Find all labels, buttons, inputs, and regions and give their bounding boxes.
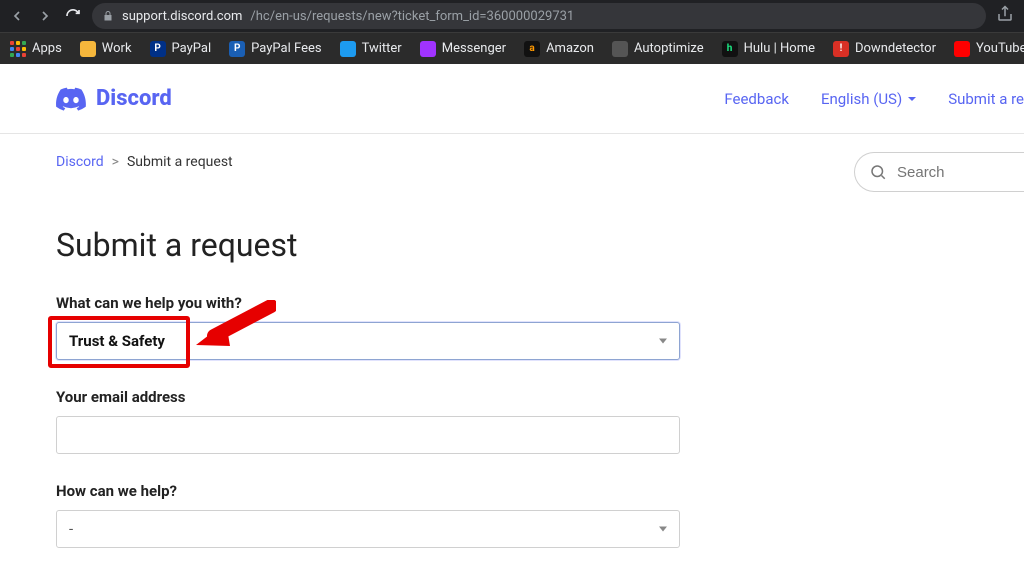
bookmark-favicon [80, 41, 96, 57]
search-icon [869, 163, 887, 181]
search-area [854, 152, 1024, 576]
bookmark-label: Apps [32, 41, 62, 56]
nav-feedback[interactable]: Feedback [724, 90, 789, 108]
nav-submit-request[interactable]: Submit a re [948, 90, 1024, 108]
bookmark-label: Downdetector [855, 41, 936, 56]
apps-grid-icon [10, 41, 26, 57]
bookmark-favicon: h [722, 41, 738, 57]
breadcrumb: Discord > Submit a request [56, 154, 854, 170]
bookmark-item[interactable]: Messenger [420, 41, 506, 57]
bookmark-label: YouTube [976, 41, 1024, 56]
label-help-topic: What can we help you with? [56, 294, 680, 312]
bookmark-label: Twitter [362, 41, 402, 56]
bookmark-item[interactable]: P PayPal Fees [229, 41, 321, 57]
label-how-help: How can we help? [56, 482, 680, 500]
brand-text: Discord [96, 86, 172, 111]
breadcrumb-sep: > [112, 154, 119, 170]
share-icon[interactable] [996, 5, 1016, 27]
top-nav: Discord Feedback English (US) Submit a r… [0, 64, 1024, 134]
search-input[interactable] [897, 164, 997, 181]
request-form: What can we help you with? Trust & Safet… [56, 294, 680, 548]
brand-logo[interactable]: Discord [56, 86, 172, 111]
page: Discord Feedback English (US) Submit a r… [0, 64, 1024, 576]
bookmark-label: Amazon [546, 41, 594, 56]
bookmark-item[interactable]: ! Downdetector [833, 41, 936, 57]
chevron-down-icon [659, 527, 667, 532]
bookmark-favicon [420, 41, 436, 57]
field-how-help: How can we help? - [56, 482, 680, 548]
bookmark-item[interactable]: Twitter [340, 41, 402, 57]
omnibox[interactable]: support.discord.com/hc/en-us/requests/ne… [92, 3, 986, 29]
chevron-down-icon [659, 339, 667, 344]
back-button[interactable] [8, 7, 26, 25]
address-bar: support.discord.com/hc/en-us/requests/ne… [0, 0, 1024, 32]
page-title: Submit a request [56, 226, 854, 264]
chevron-down-icon [908, 97, 916, 101]
bookmark-favicon [340, 41, 356, 57]
bookmark-apps[interactable]: Apps [10, 41, 62, 57]
bookmark-label: Autoptimize [634, 41, 704, 56]
forward-button[interactable] [36, 7, 54, 25]
bookmark-favicon: P [229, 41, 245, 57]
nav-language-label: English (US) [821, 90, 902, 108]
bookmark-item[interactable]: h Hulu | Home [722, 41, 815, 57]
field-help-topic: What can we help you with? Trust & Safet… [56, 294, 680, 360]
breadcrumb-root[interactable]: Discord [56, 154, 104, 170]
field-email: Your email address [56, 388, 680, 454]
bookmark-favicon: ! [833, 41, 849, 57]
bookmark-favicon: a [524, 41, 540, 57]
discord-logo-icon [56, 87, 86, 111]
bookmark-label: Work [102, 41, 132, 56]
bookmark-label: PayPal Fees [251, 41, 321, 56]
label-email: Your email address [56, 388, 680, 406]
select-help-topic-value: Trust & Safety [69, 332, 165, 350]
lock-icon [102, 10, 114, 22]
select-how-help[interactable]: - [56, 510, 680, 548]
main-content: Discord > Submit a request Submit a requ… [0, 134, 854, 576]
nav-language[interactable]: English (US) [821, 90, 916, 108]
bookmark-favicon [954, 41, 970, 57]
bookmarks-bar: Apps Work P PayPal P PayPal Fees Twitter Messe… [0, 32, 1024, 64]
bookmark-item[interactable]: Autoptimize [612, 41, 704, 57]
reload-button[interactable] [64, 7, 82, 25]
select-how-help-value: - [69, 520, 73, 538]
search-box[interactable] [854, 152, 1024, 192]
bookmark-favicon: P [150, 41, 166, 57]
url-path: /hc/en-us/requests/new?ticket_form_id=36… [250, 9, 574, 24]
url-host: support.discord.com [122, 9, 242, 24]
bookmark-favicon [612, 41, 628, 57]
bookmark-item[interactable]: a Amazon [524, 41, 594, 57]
bookmark-item[interactable]: P PayPal [150, 41, 212, 57]
select-help-topic[interactable]: Trust & Safety [56, 322, 680, 360]
bookmark-label: Hulu | Home [744, 41, 815, 56]
input-email[interactable] [56, 416, 680, 454]
bookmark-item[interactable]: Work [80, 41, 132, 57]
bookmark-label: PayPal [172, 41, 212, 56]
breadcrumb-current: Submit a request [127, 154, 233, 170]
bookmark-item[interactable]: YouTube [954, 41, 1024, 57]
bookmark-label: Messenger [442, 41, 506, 56]
browser-chrome: support.discord.com/hc/en-us/requests/ne… [0, 0, 1024, 64]
